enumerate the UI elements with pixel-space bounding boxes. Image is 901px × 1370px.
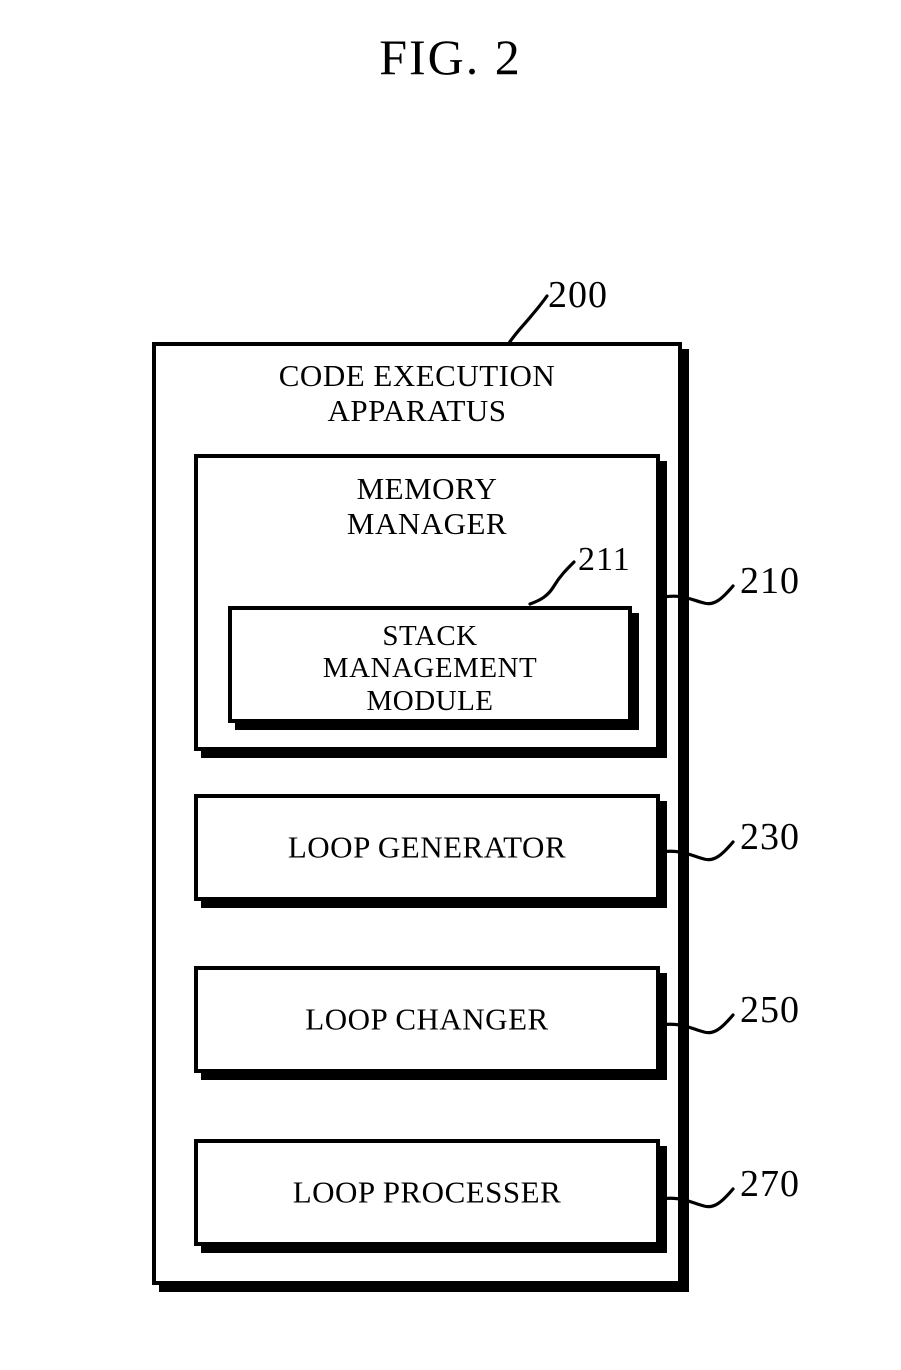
stack-management-label-line-1: STACK (382, 620, 478, 652)
reference-numeral-210: 210 (740, 560, 800, 602)
memory-manager-block: MEMORY MANAGER STACK MANAGEMENT MODULE (194, 454, 660, 751)
reference-numeral-230: 230 (740, 816, 800, 858)
stack-management-label-line-3: MODULE (366, 684, 494, 717)
memory-manager-label-line-2: MANAGER (346, 505, 508, 541)
apparatus-title: CODE EXECUTION APPARATUS (156, 358, 678, 428)
loop-generator-label: LOOP GENERATOR (287, 829, 567, 865)
apparatus-title-line-1: CODE EXECUTION (278, 358, 556, 393)
stack-management-module-label: STACK MANAGEMENT MODULE (232, 620, 628, 717)
loop-generator-block: LOOP GENERATOR (194, 794, 660, 901)
reference-numeral-270: 270 (740, 1163, 800, 1205)
reference-numeral-200: 200 (548, 274, 608, 316)
stack-management-module-block: STACK MANAGEMENT MODULE (228, 606, 632, 723)
code-execution-apparatus-box: CODE EXECUTION APPARATUS MEMORY MANAGER … (152, 342, 682, 1285)
memory-manager-label: MEMORY MANAGER (198, 471, 656, 541)
loop-changer-label: LOOP CHANGER (305, 1001, 549, 1037)
memory-manager-label-line-1: MEMORY (356, 471, 498, 506)
reference-numeral-250: 250 (740, 989, 800, 1031)
loop-processer-label: LOOP PROCESSER (292, 1174, 562, 1210)
figure-title: FIG. 2 (379, 29, 522, 85)
leader-line-200 (507, 294, 549, 345)
stack-management-label-line-2: MANAGEMENT (322, 652, 538, 685)
loop-processer-block: LOOP PROCESSER (194, 1139, 660, 1246)
apparatus-title-line-2: APPARATUS (327, 392, 507, 428)
loop-changer-block: LOOP CHANGER (194, 966, 660, 1073)
reference-numeral-211: 211 (578, 541, 631, 578)
